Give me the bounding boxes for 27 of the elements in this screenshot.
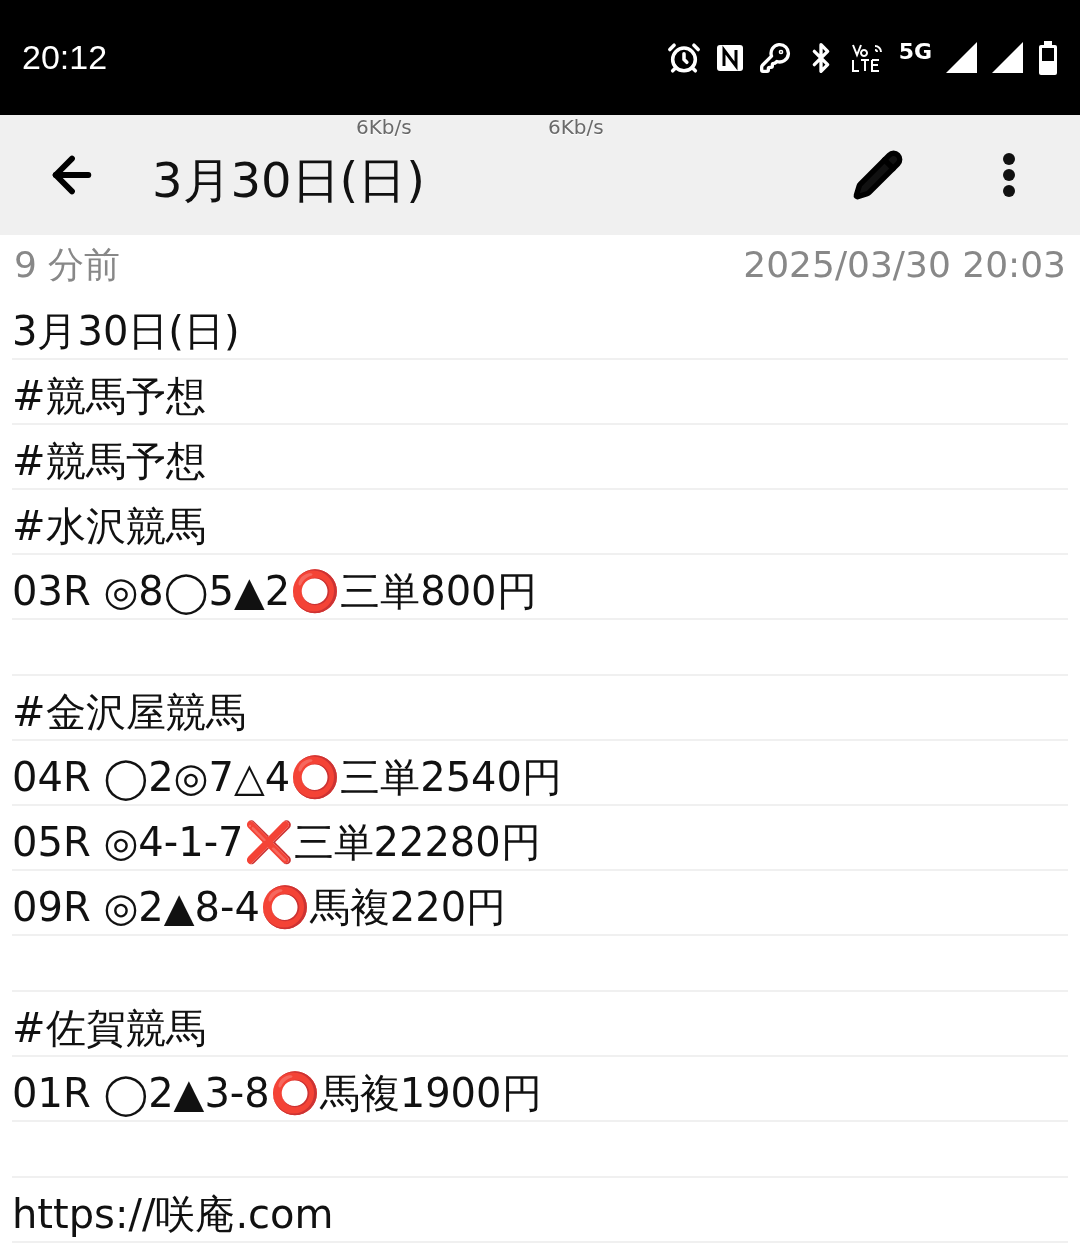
key-icon [758,41,791,74]
network-type: 5G [898,37,932,66]
battery-icon [1038,40,1058,75]
alarm-icon [666,40,701,75]
note-line: 03R ◎8◯5▲2⭕三単800円 [12,567,537,616]
note-line: 04R ◯2◎7△4⭕三単2540円 [12,753,562,802]
note-line: #水沢競馬 [12,502,206,551]
note-line: 3月30日(日) [12,307,240,356]
more-icon [1002,152,1016,198]
pencil-icon [852,149,904,201]
signal-icon [992,41,1024,74]
speed-overlay: 6Kb/s [356,117,412,137]
note-line: #金沢屋競馬 [12,688,246,737]
relative-time: 9 分前 [14,243,121,287]
clock: 20:12 [22,37,108,78]
note-line: 01R ◯2▲3-8⭕馬複1900円 [12,1069,542,1118]
note-line: #競馬予想 [12,372,206,421]
signal-icon [946,41,978,74]
speed-overlay: 6Kb/s [548,117,604,137]
note-line: #佐賀競馬 [12,1004,206,1053]
nfc-icon [714,42,745,73]
note-line: #競馬予想 [12,437,206,486]
toolbar-title: 3月30日(日) [152,156,426,204]
note-line: 05R ◎4-1-7❌三単22280円 [12,818,541,867]
note-line: 09R ◎2▲8-4⭕馬複220円 [12,883,507,932]
note-line: https://咲庵.com [12,1190,334,1239]
timestamp: 2025/03/30 20:03 [743,243,1066,287]
